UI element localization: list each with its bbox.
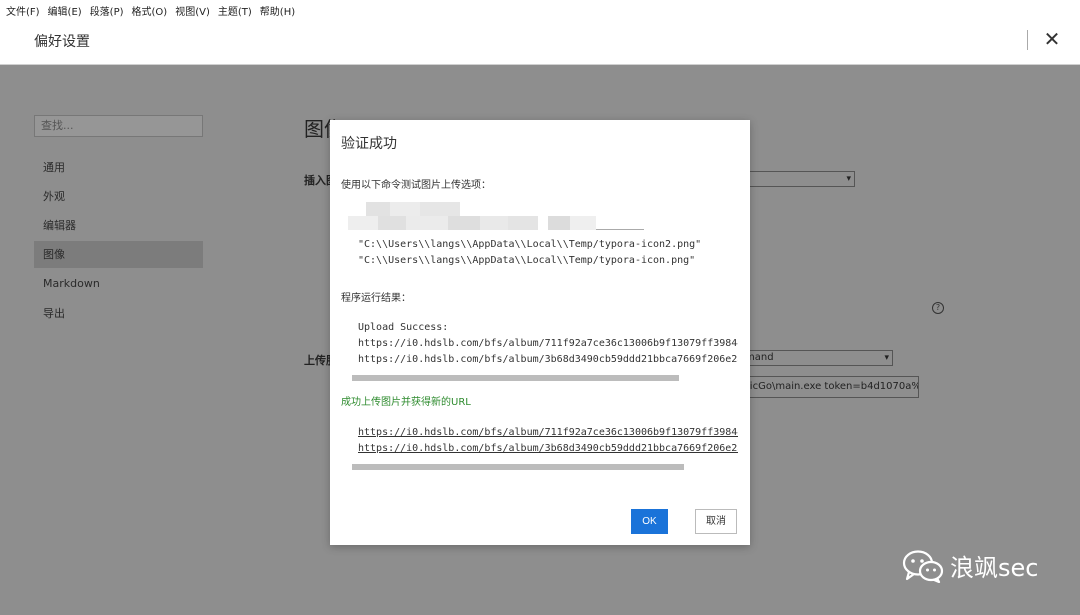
menu-paragraph[interactable]: 段落(P) <box>90 3 124 18</box>
upload-service-select[interactable]: mand ▾ <box>740 350 893 366</box>
success-message: 成功上传图片并获得新的URL <box>341 397 471 408</box>
sidebar-item-general[interactable]: 通用 <box>34 154 203 181</box>
watermark-text: 浪飒sec <box>950 554 1039 582</box>
command-file-1: "C:\\Users\\langs\\AppData\\Local\\Temp/… <box>358 239 702 250</box>
menu-view[interactable]: 视图(V) <box>175 3 210 18</box>
result-line-2: https://i0.hdslb.com/bfs/album/711f92a7c… <box>358 338 738 349</box>
cancel-button[interactable]: 取消 <box>695 509 737 534</box>
menu-file[interactable]: 文件(F) <box>6 3 40 18</box>
titlebar-divider <box>1027 30 1028 50</box>
preferences-titlebar: 偏好设置 ✕ <box>0 20 1080 65</box>
help-icon[interactable]: ? <box>932 302 944 314</box>
ok-button[interactable]: OK <box>631 509 668 534</box>
sidebar-item-image[interactable]: 图像 <box>34 241 203 268</box>
dialog-instruction: 使用以下命令测试图片上传选项： <box>341 180 491 191</box>
sidebar-item-editor[interactable]: 编辑器 <box>34 212 203 239</box>
chevron-down-icon: ▾ <box>884 353 889 363</box>
redacted-command <box>348 202 648 234</box>
url-link-2[interactable]: https://i0.hdslb.com/bfs/album/3b68d3490… <box>358 443 738 454</box>
verify-success-dialog: 验证成功 使用以下命令测试图片上传选项： "C:\\Users\\langs\\… <box>330 120 750 545</box>
menu-theme[interactable]: 主题(T) <box>218 3 252 18</box>
window-title: 偏好设置 <box>34 34 90 50</box>
url-link-1[interactable]: https://i0.hdslb.com/bfs/album/711f92a7c… <box>358 427 738 438</box>
custom-command-input[interactable]: PicGo\main.exe token=b4d1070a%20 <box>740 376 919 398</box>
chevron-down-icon: ▾ <box>846 174 851 184</box>
menu-help[interactable]: 帮助(H) <box>260 3 295 18</box>
result-line-1: Upload Success: <box>358 322 449 333</box>
command-file-2: "C:\\Users\\langs\\AppData\\Local\\Temp/… <box>358 255 696 266</box>
sidebar-item-appearance[interactable]: 外观 <box>34 183 203 210</box>
sidebar-item-markdown[interactable]: Markdown <box>34 270 203 297</box>
menu-format[interactable]: 格式(O) <box>132 3 168 18</box>
watermark: 浪飒sec <box>902 548 1038 583</box>
result-scrollbar[interactable] <box>352 375 679 381</box>
result-label: 程序运行结果： <box>341 293 411 304</box>
sidebar-item-export[interactable]: 导出 <box>34 300 203 327</box>
wechat-icon <box>902 549 944 583</box>
insert-image-select[interactable]: ▾ <box>740 171 855 187</box>
dialog-title: 验证成功 <box>341 136 397 152</box>
menu-edit[interactable]: 编辑(E) <box>48 3 82 18</box>
search-input[interactable]: 查找... <box>34 115 203 137</box>
menu-bar: 文件(F) 编辑(E) 段落(P) 格式(O) 视图(V) 主题(T) 帮助(H… <box>0 0 1080 20</box>
result-line-3: https://i0.hdslb.com/bfs/album/3b68d3490… <box>358 354 738 365</box>
close-icon[interactable]: ✕ <box>1041 27 1063 51</box>
url-scrollbar[interactable] <box>352 464 684 470</box>
